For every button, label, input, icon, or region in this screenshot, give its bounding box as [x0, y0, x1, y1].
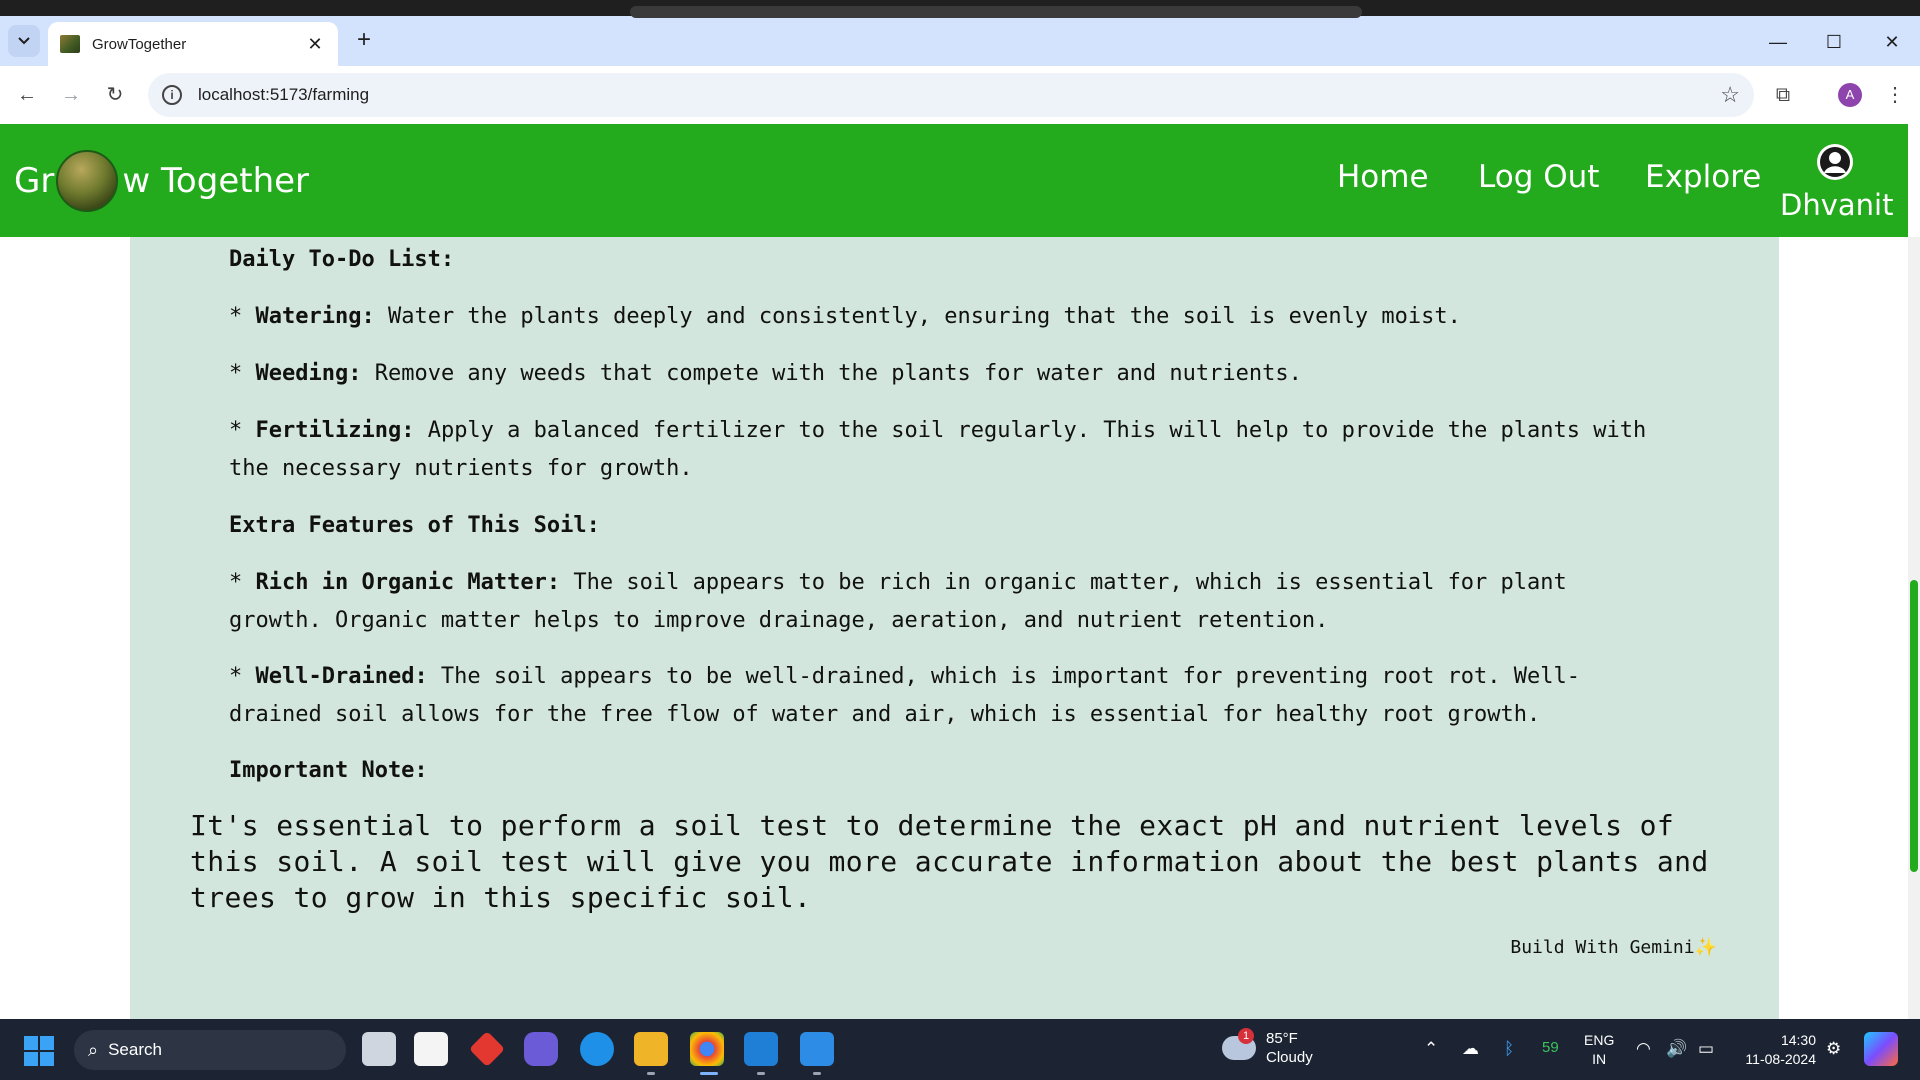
important-note-heading: Important Note: — [229, 758, 428, 783]
lang-region: IN — [1592, 1051, 1607, 1067]
chevron-down-icon — [18, 37, 30, 45]
nav-home-link[interactable]: Home — [1337, 159, 1429, 195]
forward-arrow-icon[interactable]: → — [56, 80, 86, 110]
running-indicator — [757, 1072, 765, 1075]
browser-tabstrip: GrowTogether ✕ + — ☐ ✕ — [0, 0, 1920, 66]
close-window-button[interactable]: ✕ — [1872, 28, 1912, 56]
tab-title: GrowTogether — [92, 35, 187, 53]
bookmark-star-icon[interactable]: ☆ — [1720, 82, 1740, 108]
battery-icon[interactable]: ▭ — [1698, 1039, 1714, 1059]
browser-menu-icon[interactable]: ⋮ — [1880, 80, 1910, 110]
volume-icon[interactable]: 🔊 — [1666, 1039, 1687, 1059]
feature-item-organic: * Rich in Organic Matter: The soil appea… — [229, 570, 1567, 633]
user-avatar-icon — [1817, 144, 1853, 180]
notification-settings-icon[interactable]: ⚙ — [1826, 1039, 1841, 1059]
help-icon[interactable] — [580, 1032, 614, 1066]
weather-badge: 1 — [1238, 1028, 1254, 1044]
back-arrow-icon[interactable]: ← — [12, 80, 42, 110]
windows-taskbar: ⌕ Search 1 85°F Cloudy ⌃ ☁ ᛒ 59 ENG IN ◠… — [0, 1019, 1920, 1080]
minimize-button[interactable]: — — [1758, 28, 1798, 56]
cloud-icon: 1 — [1222, 1028, 1256, 1060]
battery-saver-number: 59 — [1542, 1039, 1559, 1056]
copilot-icon[interactable] — [524, 1032, 558, 1066]
feature-item-drained: * Well-Drained: The soil appears to be w… — [229, 664, 1581, 727]
address-bar[interactable]: i localhost:5173/farming ☆ — [148, 73, 1754, 117]
site-info-icon[interactable]: i — [162, 85, 182, 105]
brand-text-left: Gr — [14, 161, 55, 201]
onedrive-cloud-icon[interactable]: ☁ — [1462, 1039, 1479, 1059]
gemini-credit: Build With Gemini✨ — [1510, 937, 1717, 958]
browser-toolbar: ← → ↻ i localhost:5173/farming ☆ ⧉ A ⋮ — [0, 66, 1920, 124]
photos-icon[interactable] — [800, 1032, 834, 1066]
todo-item-weeding: * Weeding: Remove any weeds that compete… — [229, 361, 1302, 386]
site-favicon-icon — [60, 35, 80, 53]
profile-avatar[interactable]: A — [1838, 83, 1862, 107]
running-indicator — [647, 1072, 655, 1075]
extensions-puzzle-icon[interactable]: ⧉ — [1768, 80, 1798, 110]
lang-code: ENG — [1584, 1032, 1615, 1048]
brand-text-right: w Together — [122, 161, 310, 201]
user-name: Dhvanit — [1780, 188, 1894, 222]
tab-search-button[interactable] — [8, 25, 40, 57]
browser-tab-active[interactable]: GrowTogether ✕ — [48, 22, 338, 66]
running-indicator — [813, 1072, 821, 1075]
weather-desc: Cloudy — [1266, 1049, 1313, 1066]
todo-item-fertilizing: * Fertilizing: Apply a balanced fertiliz… — [229, 418, 1647, 481]
top-titlebar-strip — [0, 0, 1920, 18]
input-language[interactable]: ENG IN — [1584, 1031, 1614, 1069]
todo-item-watering: * Watering: Water the plants deeply and … — [229, 304, 1461, 329]
main-scroll-area: Daily To-Do List: * Watering: Water the … — [0, 237, 1908, 1019]
wifi-icon[interactable]: ◠ — [1636, 1039, 1651, 1059]
scrollbar-thumb[interactable] — [1910, 580, 1918, 872]
new-tab-button[interactable]: + — [350, 27, 378, 55]
app-header: Gr w Together Home Log Out Explore Dhvan… — [0, 124, 1908, 237]
active-indicator — [700, 1072, 718, 1075]
clock-date: 11-08-2024 — [1745, 1051, 1816, 1067]
task-view-icon[interactable] — [362, 1032, 396, 1066]
important-note-text: It's essential to perform a soil test to… — [190, 809, 1709, 914]
windows-start-icon[interactable] — [24, 1036, 54, 1066]
microsoft-store-icon[interactable] — [414, 1032, 448, 1066]
file-explorer-icon[interactable] — [634, 1032, 668, 1066]
clock-time: 14:30 — [1780, 1032, 1816, 1048]
weather-temp: 85°F — [1266, 1030, 1298, 1047]
chevron-up-icon[interactable]: ⌃ — [1424, 1039, 1438, 1059]
nav-explore-link[interactable]: Explore — [1645, 159, 1761, 195]
taskbar-search-label: Search — [108, 1040, 162, 1059]
vscode-icon[interactable] — [744, 1032, 778, 1066]
weather-widget[interactable]: 1 85°F Cloudy — [1222, 1028, 1313, 1067]
todo-heading: Daily To-Do List: — [229, 247, 455, 272]
brand-logo[interactable]: Gr w Together — [14, 150, 309, 212]
copilot-tray-icon[interactable] — [1864, 1032, 1898, 1066]
git-app-icon[interactable] — [468, 1030, 506, 1068]
titlebar-search-bar — [630, 6, 1362, 18]
maximize-button[interactable]: ☐ — [1814, 28, 1854, 56]
chrome-icon[interactable] — [690, 1032, 724, 1066]
wheat-field-logo-icon — [56, 150, 119, 212]
address-url[interactable]: localhost:5173/farming — [198, 85, 1720, 105]
soil-analysis-card: Daily To-Do List: * Watering: Water the … — [130, 237, 1779, 1019]
user-profile[interactable]: Dhvanit — [1780, 142, 1894, 222]
search-icon: ⌕ — [88, 1039, 99, 1060]
tab-close-icon[interactable]: ✕ — [304, 34, 326, 55]
bluetooth-icon[interactable]: ᛒ — [1504, 1039, 1514, 1059]
extra-features-heading: Extra Features of This Soil: — [229, 513, 600, 538]
reload-icon[interactable]: ↻ — [100, 80, 130, 110]
taskbar-search[interactable]: ⌕ Search — [74, 1030, 346, 1070]
nav-logout-link[interactable]: Log Out — [1478, 159, 1599, 195]
system-clock[interactable]: 14:30 11-08-2024 — [1734, 1031, 1816, 1069]
